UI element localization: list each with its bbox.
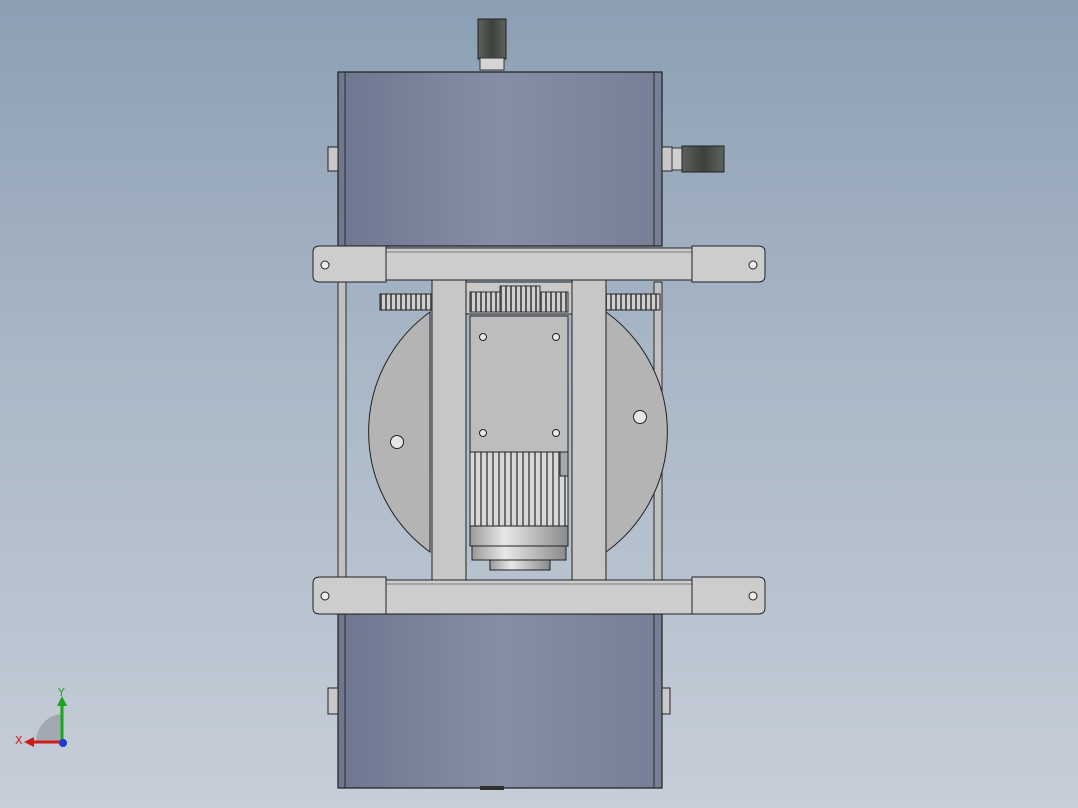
triad-x-label: X [15,734,23,747]
upper-right-bracket[interactable] [661,146,673,172]
lower-left-bracket[interactable] [327,687,339,715]
left-side-rail[interactable] [337,281,347,581]
center-gear-block[interactable] [465,281,573,315]
upper-crossbar[interactable] [385,247,693,281]
triad-z-axis [59,739,67,747]
lower-right-mount-hole [748,591,758,601]
upper-left-bracket[interactable] [327,146,339,172]
disc-hole-right [633,410,647,424]
upper-right-mount-hole [748,260,758,270]
upper-housing[interactable] [337,71,663,247]
bottom-shaft [480,786,504,790]
orientation-triad[interactable]: X Y [12,684,76,754]
drive-motor[interactable] [469,451,569,571]
lower-right-bracket[interactable] [661,687,671,715]
upper-left-mount-hole [320,260,330,270]
triad-quarter-disc [35,714,62,742]
right-gear-rack[interactable] [605,293,661,311]
lower-crossbar[interactable] [385,579,693,615]
frame-left-column[interactable] [431,279,467,581]
left-gear-rack[interactable] [379,293,433,311]
lower-left-mount-hole [320,591,330,601]
gearbox-plate[interactable] [469,315,569,453]
top-motor[interactable] [477,18,507,71]
disc-hole-left [390,435,404,449]
cad-viewport[interactable]: X Y [0,0,1078,808]
assembly-model[interactable] [0,0,1078,808]
triad-x-arrowhead [24,737,34,747]
side-motor[interactable] [671,145,725,173]
lower-housing[interactable] [337,613,663,789]
frame-right-column[interactable] [571,279,607,581]
triad-y-label: Y [57,686,65,699]
